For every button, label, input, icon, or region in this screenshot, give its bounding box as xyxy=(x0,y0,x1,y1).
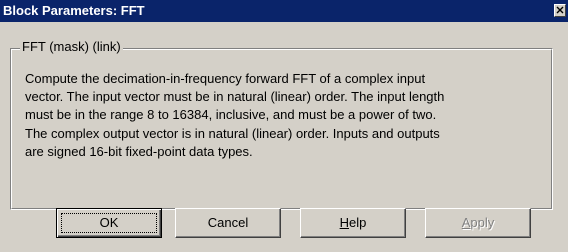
cancel-button-label: Cancel xyxy=(207,215,249,230)
block-parameters-dialog: Block Parameters: FFT FFT (mask) (link) … xyxy=(0,0,568,252)
description-line: vector. The input vector must be in natu… xyxy=(25,89,445,105)
block-description: Compute the decimation-in-frequency forw… xyxy=(25,70,545,161)
description-line: are signed 16-bit fixed-point data types… xyxy=(25,143,253,159)
close-button[interactable] xyxy=(554,4,566,17)
group-legend: FFT (mask) (link) xyxy=(20,38,123,56)
help-button-label: Help xyxy=(339,215,367,230)
apply-button[interactable]: Apply xyxy=(425,208,531,238)
ok-button-label: OK xyxy=(99,215,119,230)
description-line: Compute the decimation-in-frequency forw… xyxy=(25,71,426,86)
cancel-button[interactable]: Cancel xyxy=(175,208,281,238)
apply-button-label: Apply xyxy=(461,215,495,230)
window-title: Block Parameters: FFT xyxy=(3,3,145,18)
help-button[interactable]: Help xyxy=(300,208,406,238)
description-line: must be in the range 8 to 16384, inclusi… xyxy=(25,107,437,123)
close-icon xyxy=(556,6,564,14)
title-bar[interactable]: Block Parameters: FFT xyxy=(0,0,568,22)
description-line: The complex output vector is in natural … xyxy=(25,125,440,141)
ok-button[interactable]: OK xyxy=(56,208,162,238)
